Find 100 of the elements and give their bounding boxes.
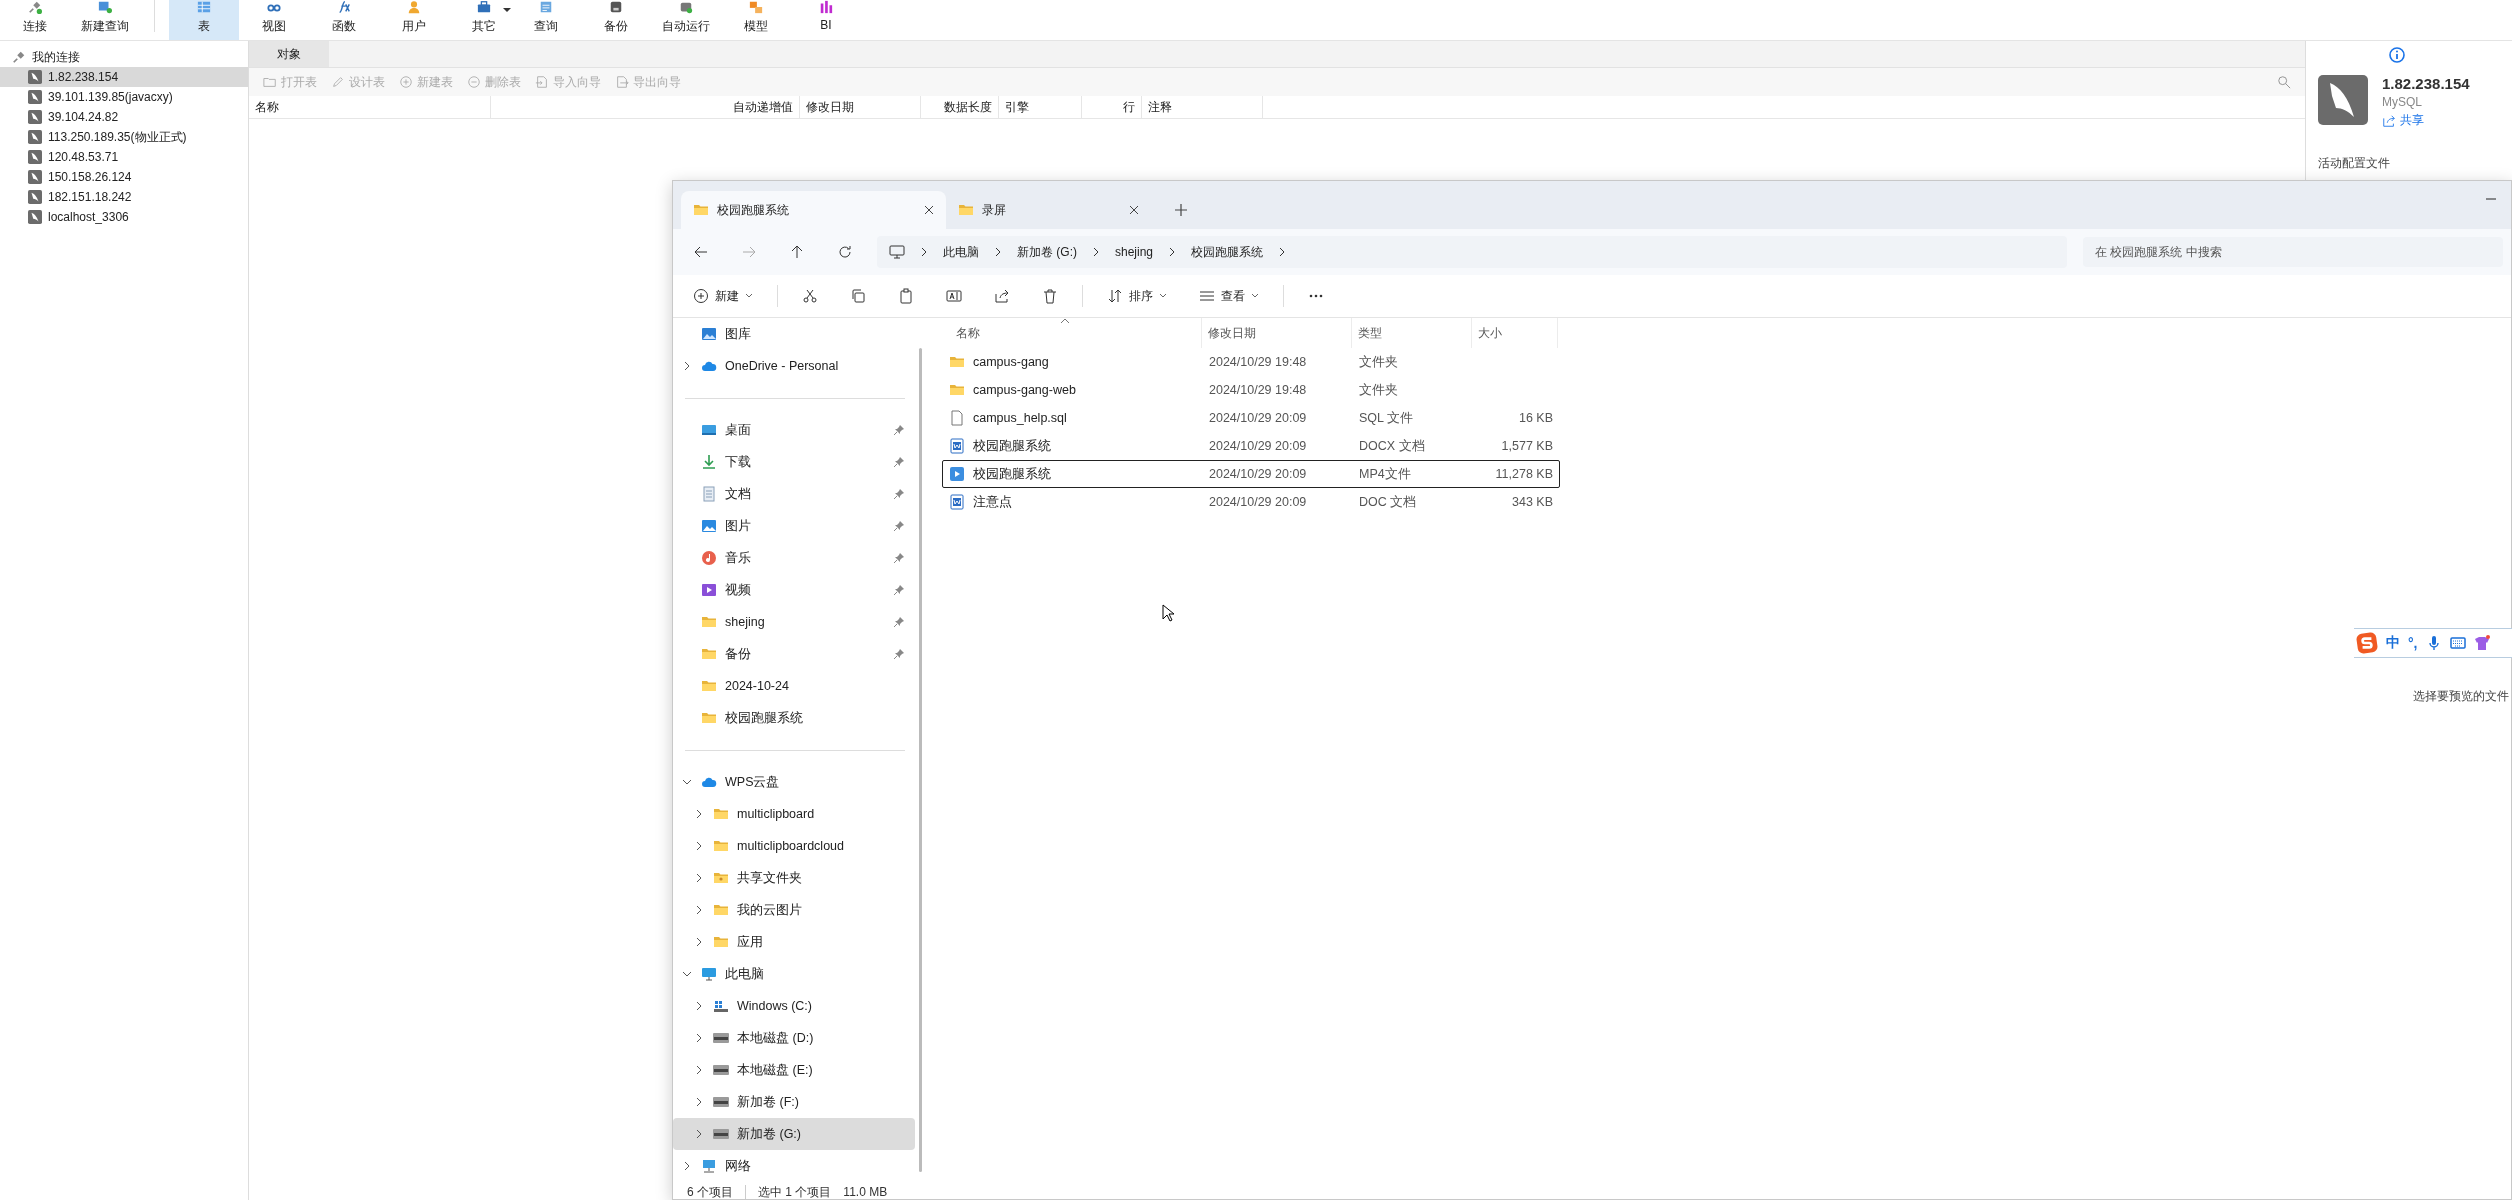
chevron-icon[interactable] xyxy=(694,1097,704,1107)
nav-item[interactable]: 视频 xyxy=(673,574,915,606)
nav-item[interactable]: 音乐 xyxy=(673,542,915,574)
nav-item[interactable]: 本地磁盘 (D:) xyxy=(673,1022,915,1054)
chevron-icon[interactable] xyxy=(682,1161,692,1171)
chevron-icon[interactable] xyxy=(694,905,704,915)
toolbar-button[interactable]: 备份 xyxy=(581,0,651,40)
info-icon[interactable] xyxy=(2389,47,2405,63)
chevron-icon[interactable] xyxy=(694,937,704,947)
column-header[interactable]: 大小 xyxy=(1472,318,1558,348)
back-icon[interactable] xyxy=(693,244,709,260)
toolbar-button[interactable]: 新建查询 xyxy=(70,0,140,40)
chevron-icon[interactable] xyxy=(682,361,692,371)
connection-group-label[interactable]: 我的连接 xyxy=(32,48,80,66)
nav-item[interactable]: 此电脑 xyxy=(673,958,915,990)
file-row[interactable]: campus-gang 2024/10/29 19:48 文件夹 xyxy=(942,348,1560,376)
chevron-icon[interactable] xyxy=(694,809,704,819)
refresh-icon[interactable] xyxy=(837,244,853,260)
chevron-icon[interactable] xyxy=(694,1129,704,1139)
nav-item[interactable]: multiclipboard xyxy=(673,798,915,830)
chevron-icon[interactable] xyxy=(694,1001,704,1011)
connection-item[interactable]: 39.104.24.82 xyxy=(0,107,248,127)
nav-item[interactable]: shejing xyxy=(673,606,915,638)
nav-item[interactable]: 图片 xyxy=(673,510,915,542)
chevron-icon[interactable] xyxy=(682,969,692,979)
chevron-icon[interactable] xyxy=(694,1033,704,1043)
column-header[interactable]: 修改日期 xyxy=(800,96,921,118)
toolbar-button[interactable]: 视图 xyxy=(239,0,309,40)
nav-item[interactable]: 新加卷 (G:) xyxy=(673,1118,915,1150)
toolbar-button[interactable]: 查询 xyxy=(511,0,581,40)
nav-item[interactable]: OneDrive - Personal xyxy=(673,350,915,382)
share-link[interactable]: 共享 xyxy=(2382,112,2470,129)
connection-item[interactable]: 150.158.26.124 xyxy=(0,167,248,187)
breadcrumb-item[interactable]: shejing xyxy=(1115,245,1154,259)
search-icon[interactable] xyxy=(2277,75,2291,89)
chevron-icon[interactable] xyxy=(682,777,692,787)
nav-item[interactable]: 2024-10-24 xyxy=(673,670,915,702)
toolbar-button[interactable]: BI xyxy=(791,0,861,40)
new-tab-icon[interactable] xyxy=(1175,204,1187,216)
command-button[interactable]: 排序 xyxy=(1099,280,1175,312)
address-bar[interactable]: 此电脑 新加卷 (G:) shejing 校园跑腿系统 xyxy=(877,236,2067,268)
nav-item[interactable]: 我的云图片 xyxy=(673,894,915,926)
close-icon[interactable] xyxy=(924,205,934,215)
toolbar-button[interactable]: 表 xyxy=(169,0,239,40)
connection-item[interactable]: 39.101.139.85(javacxy) xyxy=(0,87,248,107)
punctuation-toggle[interactable]: °, xyxy=(2408,635,2418,651)
nav-item[interactable]: multiclipboardcloud xyxy=(673,830,915,862)
file-row[interactable]: campus-gang-web 2024/10/29 19:48 文件夹 xyxy=(942,376,1560,404)
connection-item[interactable]: 1.82.238.154 xyxy=(0,67,248,87)
column-header[interactable]: 名称 xyxy=(942,318,1202,348)
shirt-icon[interactable] xyxy=(2473,635,2490,651)
toolbar-button[interactable]: 函数 xyxy=(309,0,379,40)
column-header[interactable]: 行 xyxy=(1082,96,1142,118)
column-header[interactable]: 修改日期 xyxy=(1202,318,1352,348)
close-icon[interactable] xyxy=(1129,205,1139,215)
nav-item[interactable]: Windows (C:) xyxy=(673,990,915,1022)
connection-item[interactable]: 182.151.18.242 xyxy=(0,187,248,207)
file-row[interactable]: 校园跑腿系统 2024/10/29 20:09 MP4文件 11,278 KB xyxy=(942,460,1560,488)
breadcrumb-item[interactable]: 此电脑 xyxy=(943,243,979,261)
toolbar-button[interactable]: 连接 xyxy=(0,0,70,40)
chevron-icon[interactable] xyxy=(694,873,704,883)
file-row[interactable]: 校园跑腿系统 2024/10/29 20:09 DOCX 文档 1,577 KB xyxy=(942,432,1560,460)
nav-item[interactable]: 共享文件夹 xyxy=(673,862,915,894)
s-logo-icon[interactable] xyxy=(2356,632,2378,654)
chevron-right-icon[interactable] xyxy=(1091,247,1101,257)
file-row[interactable]: campus_help.sql 2024/10/29 20:09 SQL 文件 16 KB xyxy=(942,404,1560,432)
chevron-icon[interactable] xyxy=(694,841,704,851)
column-header[interactable]: 注释 xyxy=(1142,96,1263,118)
breadcrumb-item[interactable]: 校园跑腿系统 xyxy=(1191,243,1264,261)
explorer-tab[interactable]: 校园跑腿系统 xyxy=(681,191,946,229)
nav-item[interactable]: 新加卷 (F:) xyxy=(673,1086,915,1118)
column-header[interactable]: 引擎 xyxy=(999,96,1082,118)
search-field[interactable]: 在 校园跑腿系统 中搜索 xyxy=(2083,237,2503,267)
file-row[interactable]: 注意点 2024/10/29 20:09 DOC 文档 343 KB xyxy=(942,488,1560,516)
chevron-right-icon[interactable] xyxy=(993,247,1003,257)
column-header[interactable]: 类型 xyxy=(1352,318,1472,348)
chevron-icon[interactable] xyxy=(694,1065,704,1075)
nav-item[interactable]: 下载 xyxy=(673,446,915,478)
command-button[interactable]: 查看 xyxy=(1191,280,1267,312)
nav-item[interactable]: 文档 xyxy=(673,478,915,510)
nav-item[interactable]: 校园跑腿系统 xyxy=(673,702,915,734)
breadcrumb-item[interactable]: 新加卷 (G:) xyxy=(1017,243,1077,261)
toolbar-button[interactable]: 自动运行 xyxy=(651,0,721,40)
nav-item[interactable]: 图库 xyxy=(673,318,915,350)
explorer-tab[interactable]: 录屏 xyxy=(946,191,1151,229)
column-header[interactable]: 名称 xyxy=(249,96,491,118)
connection-item[interactable]: localhost_3306 xyxy=(0,207,248,227)
column-header[interactable]: 自动递增值 xyxy=(491,96,800,118)
column-header[interactable]: 数据长度 xyxy=(921,96,999,118)
nav-item[interactable]: 网络 xyxy=(673,1150,915,1182)
dropdown-arrow-icon[interactable] xyxy=(503,6,511,14)
command-button[interactable]: 新建 xyxy=(685,280,761,312)
object-tab[interactable]: 对象 xyxy=(249,41,329,67)
nav-item[interactable]: 本地磁盘 (E:) xyxy=(673,1054,915,1086)
nav-item[interactable]: 桌面 xyxy=(673,414,915,446)
toolbar-button[interactable]: 模型 xyxy=(721,0,791,40)
chevron-right-icon[interactable] xyxy=(919,247,929,257)
nav-item[interactable]: 应用 xyxy=(673,926,915,958)
connection-item[interactable]: 120.48.53.71 xyxy=(0,147,248,167)
up-icon[interactable] xyxy=(789,244,805,260)
